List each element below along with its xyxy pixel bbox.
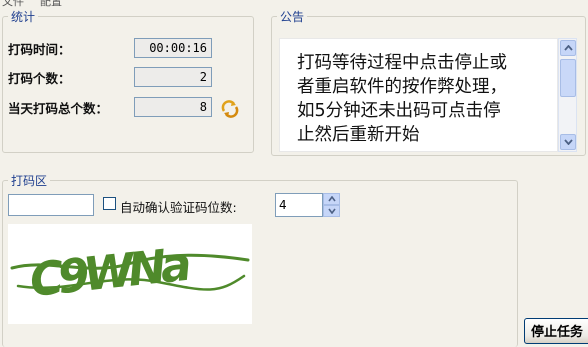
notice-textbox[interactable]: 打码等待过程中点击停止或 者重启软件的按作弊处理， 如5分钟还未出码可点击停 止… [279, 38, 558, 152]
captcha-group-title: 打码区 [8, 172, 51, 189]
scroll-thumb[interactable] [560, 59, 576, 97]
captcha-input[interactable] [8, 194, 94, 216]
notice-line: 如5分钟还未出码可点击停 [297, 101, 501, 121]
digits-input[interactable]: 4 [275, 193, 323, 217]
notice-group: 公告 打码等待过程中点击停止或 者重启软件的按作弊处理， 如5分钟还未出码可点击… [271, 8, 586, 156]
notice-line: 者重启软件的按作弊处理， [297, 77, 507, 97]
notice-scrollbar[interactable] [558, 38, 577, 152]
stats-group: 统计 打码时间： 00:00:16 打码个数： 2 当天打码总个数： 8 [2, 8, 254, 153]
spin-up-icon [328, 196, 336, 202]
scroll-down-button[interactable] [560, 134, 576, 150]
menu-item-config[interactable]: 配置 [40, 0, 62, 9]
total-label: 当天打码总个数： [8, 101, 109, 116]
captcha-group: 打码区 自动确认验证码位数: 4 C9WNa [2, 172, 518, 347]
stop-task-button[interactable]: 停止任务 [524, 318, 588, 344]
refresh-icon[interactable] [220, 99, 240, 119]
chevron-down-icon [564, 139, 573, 145]
count-value: 2 [134, 67, 212, 87]
digits-decrement-button[interactable] [323, 205, 340, 217]
notice-line: 打码等待过程中点击停止或 [297, 53, 507, 73]
time-value: 00:00:16 [134, 38, 212, 58]
auto-confirm-label: 自动确认验证码位数: [120, 200, 237, 215]
total-value: 8 [134, 97, 212, 117]
stats-group-title: 统计 [8, 8, 39, 25]
spin-down-icon [328, 208, 336, 214]
time-label: 打码时间： [8, 42, 71, 57]
digits-increment-button[interactable] [323, 193, 340, 205]
chevron-up-icon [564, 45, 573, 51]
count-label: 打码个数： [8, 71, 71, 86]
captcha-image: C9WNa [8, 224, 252, 324]
scroll-up-button[interactable] [560, 40, 576, 56]
auto-confirm-checkbox[interactable] [103, 197, 116, 210]
notice-group-title: 公告 [277, 8, 308, 25]
notice-line: 止然后重新开始 [297, 125, 420, 145]
